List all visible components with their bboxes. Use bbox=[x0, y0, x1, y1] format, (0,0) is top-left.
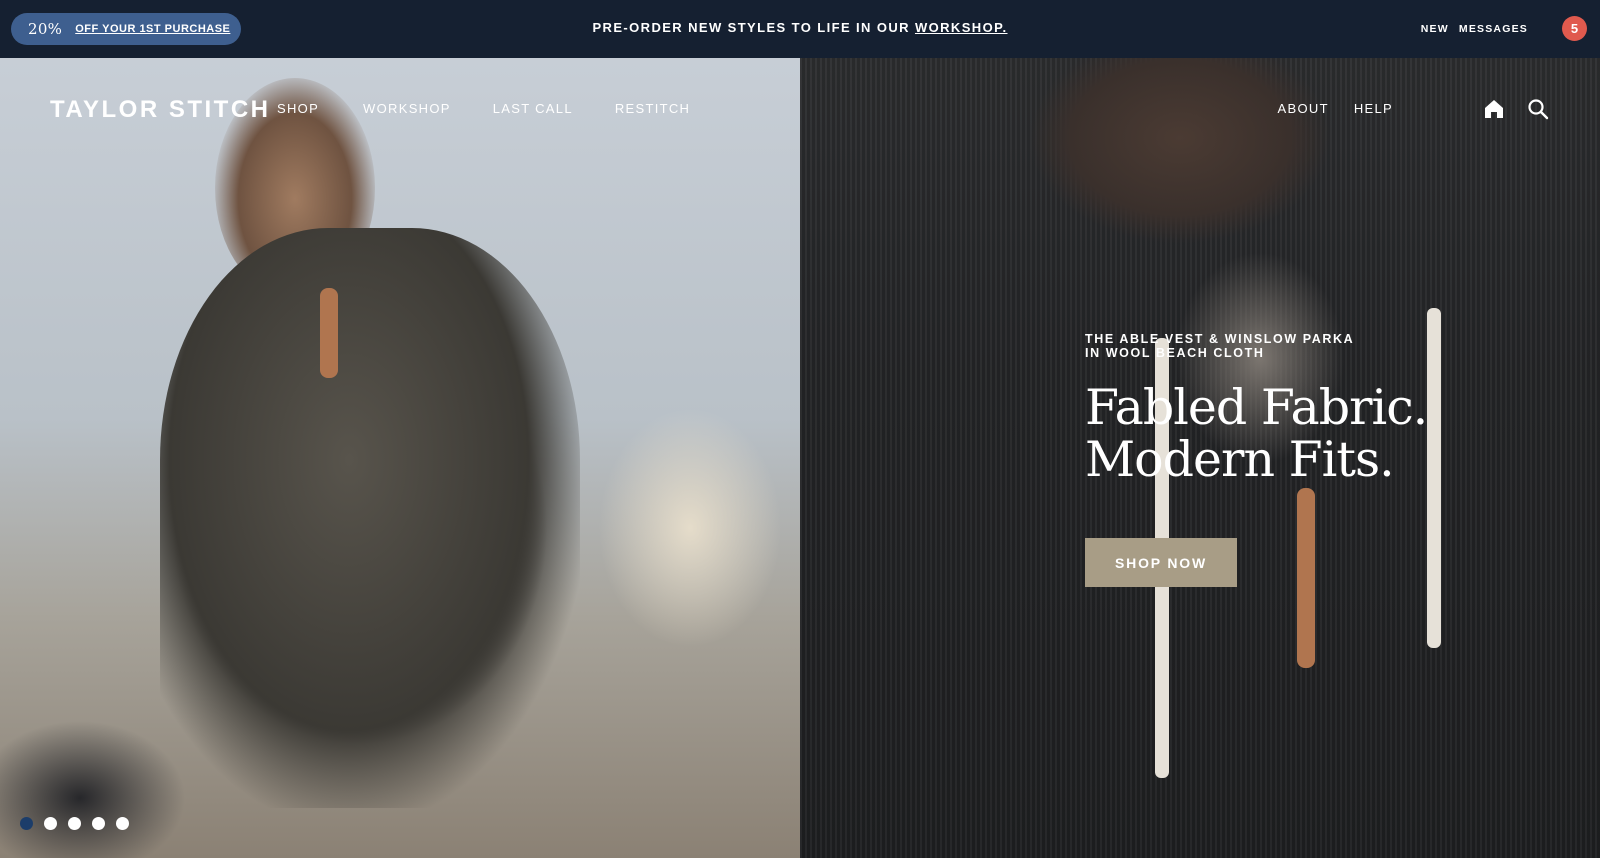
search-icon[interactable] bbox=[1527, 98, 1549, 120]
carousel-dot[interactable] bbox=[92, 817, 105, 830]
secondary-nav: ABOUT HELP bbox=[1278, 101, 1393, 116]
model-vest-shape bbox=[160, 228, 580, 808]
hero-image-left bbox=[0, 58, 800, 858]
site-logo[interactable]: TAYLOR STITCH bbox=[50, 96, 271, 124]
carousel-dot[interactable] bbox=[68, 817, 81, 830]
shop-now-button[interactable]: SHOP NOW bbox=[1085, 538, 1237, 587]
discount-pill[interactable]: 20% OFF YOUR 1ST PURCHASE bbox=[11, 13, 241, 45]
promo-bar: 20% OFF YOUR 1ST PURCHASE PRE-ORDER NEW … bbox=[0, 0, 1600, 58]
messages-link[interactable]: NEW MESSAGES bbox=[1421, 23, 1528, 35]
nav-item-last-call[interactable]: LAST CALL bbox=[493, 101, 573, 116]
home-icon[interactable] bbox=[1483, 98, 1505, 120]
carousel-dot[interactable] bbox=[20, 817, 33, 830]
carousel-dot[interactable] bbox=[44, 817, 57, 830]
messages-label: MESSAGES bbox=[1458, 23, 1528, 35]
nav-item-restitch[interactable]: RESTITCH bbox=[615, 101, 690, 116]
carousel-dot[interactable] bbox=[116, 817, 129, 830]
nav-item-shop[interactable]: SHOP bbox=[277, 101, 319, 116]
zipper-pull-shape bbox=[320, 288, 338, 378]
hero-copy: THE ABLE VEST & WINSLOW PARKA IN WOOL BE… bbox=[1085, 332, 1505, 587]
carousel-dots bbox=[20, 817, 129, 830]
promo-message-text: PRE-ORDER NEW STYLES TO LIFE IN OUR bbox=[592, 20, 915, 35]
hero-headline: Fabled Fabric. Modern Fits. bbox=[1085, 379, 1428, 488]
messages-count-badge[interactable]: 5 bbox=[1562, 16, 1587, 41]
discount-percent: 20% bbox=[28, 20, 63, 38]
nav-item-workshop[interactable]: WORKSHOP bbox=[363, 101, 451, 116]
primary-nav: SHOP WORKSHOP LAST CALL RESTITCH bbox=[277, 101, 690, 116]
discount-offer-link[interactable]: OFF YOUR 1ST PURCHASE bbox=[75, 23, 230, 35]
messages-new-label: NEW bbox=[1420, 23, 1449, 35]
nav-item-about[interactable]: ABOUT bbox=[1278, 101, 1329, 116]
hero-eyebrow: THE ABLE VEST & WINSLOW PARKA IN WOOL BE… bbox=[1085, 332, 1355, 360]
workshop-link[interactable]: WORKSHOP. bbox=[915, 20, 1008, 35]
nav-item-help[interactable]: HELP bbox=[1354, 101, 1393, 116]
